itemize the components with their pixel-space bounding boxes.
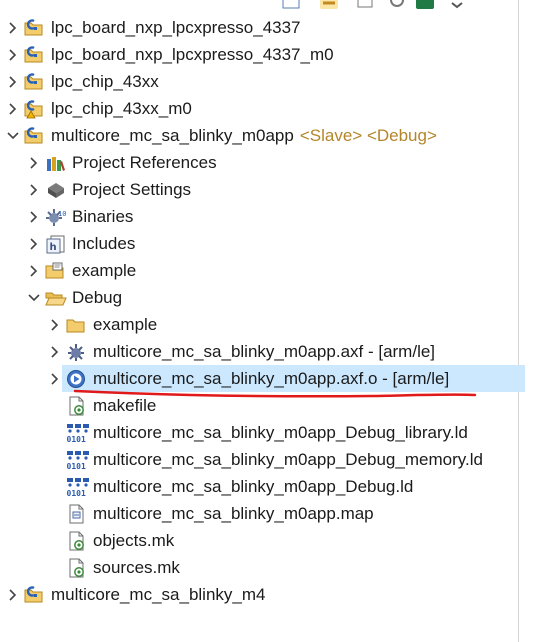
chevron-right-icon[interactable] [6,95,20,122]
svg-text:h: h [50,242,57,253]
tree-item-label: objects.mk [93,531,175,550]
view-menu-icon[interactable] [448,0,466,9]
tree-item-n3[interactable]: lpc_chip_43xx [0,68,520,95]
chevron-right-icon[interactable] [27,257,41,284]
linker-script-icon: 0101 [66,477,89,497]
tree-item-label: lpc_chip_43xx_m0 [51,99,192,118]
tree-item-label: Project Settings [72,180,192,199]
project-folder-icon [24,585,44,605]
includes-icon: h [45,234,65,254]
chevron-right-icon[interactable] [6,41,20,68]
tree-item-n7[interactable]: Project Settings [0,176,520,203]
chevron-right-icon[interactable] [6,581,20,608]
project-folder-icon [24,18,44,38]
tree-item-n13[interactable]: multicore_mc_sa_blinky_m0app.axf - [arm/… [0,338,520,365]
project-folder-icon [24,45,44,65]
tree-item-n6[interactable]: Project References [0,149,520,176]
make-file-icon [66,531,86,551]
tree-item-label: multicore_mc_sa_blinky_m0app.axf - [arm/… [93,342,436,361]
books-icon [45,153,65,173]
chevron-right-icon[interactable] [27,203,41,230]
linker-script-icon: 0101 [66,450,89,470]
tree-item-n1[interactable]: lpc_board_nxp_lpcxpresso_4337 [0,14,520,41]
svg-text:0101: 0101 [67,489,86,497]
tree-item-label: lpc_board_nxp_lpcxpresso_4337_m0 [51,45,334,64]
annotation-underline [73,389,477,398]
tree-item-n12[interactable]: example [0,311,520,338]
svg-text:0101: 0101 [67,462,86,470]
filter-icon[interactable] [356,0,374,9]
tree-item-label: Includes [72,234,136,253]
tree-item-label: example [72,261,137,280]
tree-item-n16[interactable]: 0101 multicore_mc_sa_blinky_m0app_Debug_l… [0,419,520,446]
svg-text:10: 10 [58,210,66,218]
project-folder-icon [24,72,44,92]
tree-item-n17[interactable]: 0101 multicore_mc_sa_blinky_m0app_Debug_m… [0,446,520,473]
project-folder-icon [24,126,44,146]
tree-item-n20[interactable]: objects.mk [0,527,520,554]
tree-item-label: example [93,315,158,334]
tree-item-n4[interactable]: lpc_chip_43xx_m0 [0,95,520,122]
tree-item-label: Binaries [72,207,134,226]
make-file-icon [66,558,86,578]
sync-icon[interactable] [388,0,406,9]
tree-item-label: multicore_mc_sa_blinky_m0app_Debug_libra… [93,423,468,442]
tree-item-n2[interactable]: lpc_board_nxp_lpcxpresso_4337_m0 [0,41,520,68]
tree-item-n10[interactable]: example [0,257,520,284]
tree-item-label: Debug [72,288,123,307]
tree-item-n9[interactable]: h Includes [0,230,520,257]
tree-item-label: multicore_mc_sa_blinky_m0app_Debug_memor… [93,450,483,469]
project-folder-warning-icon [24,99,44,119]
chip-icon [45,180,65,200]
chevron-down-icon[interactable] [27,284,41,311]
tree-item-label: multicore_mc_sa_blinky_m0app.map [93,504,374,523]
chevron-right-icon[interactable] [27,176,41,203]
chevron-down-icon[interactable] [6,122,20,149]
tree-item-n5[interactable]: multicore_mc_sa_blinky_m0app <Slave> <Deb… [0,122,520,149]
folder-open-icon [45,288,67,308]
tree-item-n11[interactable]: Debug [0,284,520,311]
tree-item-label: multicore_mc_sa_blinky_m0app <Slave> <Deb… [51,126,437,145]
linker-script-icon: 0101 [66,423,89,443]
tree-item-decoration: <Slave> <Debug> [299,126,437,145]
tree-item-label: multicore_mc_sa_blinky_m0app_Debug.ld [93,477,414,496]
tree-item-label: Project References [72,153,217,172]
tree-item-label: multicore_mc_sa_blinky_m4 [51,585,266,604]
vertical-scrollbar[interactable] [518,0,559,642]
tree-item-label: lpc_board_nxp_lpcxpresso_4337 [51,18,301,37]
view-toolbar [260,0,490,10]
svg-text:0101: 0101 [67,435,86,443]
tree-item-label: sources.mk [93,558,180,577]
chevron-right-icon[interactable] [48,311,62,338]
excel-icon[interactable] [416,0,434,9]
tree-item-label: lpc_chip_43xx [51,72,159,91]
bug-binary-icon [66,342,86,362]
chevron-right-icon[interactable] [6,68,20,95]
chevron-right-icon[interactable] [48,365,62,392]
tree-item-n18[interactable]: 0101 multicore_mc_sa_blinky_m0app_Debug.l… [0,473,520,500]
chevron-right-icon[interactable] [6,14,20,41]
chevron-right-icon[interactable] [48,338,62,365]
binaries-icon: 10 [45,207,66,227]
object-file-icon [66,369,86,389]
chevron-right-icon[interactable] [27,149,41,176]
tree-item-n22[interactable]: multicore_mc_sa_blinky_m4 [0,581,520,608]
collapse-all-icon[interactable] [282,0,300,9]
map-file-icon [66,504,86,524]
source-folder-icon [45,261,65,281]
tree-item-n8[interactable]: 10 Binaries [0,203,520,230]
tree-item-n19[interactable]: multicore_mc_sa_blinky_m0app.map [0,500,520,527]
tree-item-n21[interactable]: sources.mk [0,554,520,581]
folder-icon [66,315,86,335]
chevron-right-icon[interactable] [27,230,41,257]
link-editor-icon[interactable] [320,0,338,9]
